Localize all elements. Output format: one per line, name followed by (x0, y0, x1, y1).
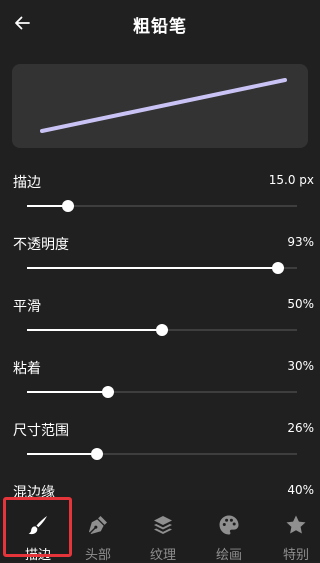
tab-label: 特别 (282, 548, 309, 563)
slider-fill (27, 453, 98, 455)
stroke-slider[interactable] (27, 198, 297, 214)
tab-texture[interactable]: 纹理 (131, 500, 195, 563)
size-range-slider[interactable] (27, 446, 297, 462)
setting-label: 平滑 (13, 299, 41, 315)
slider-fill (27, 329, 162, 331)
setting-label: 混边缘 (13, 485, 55, 501)
setting-smoothing: 平滑 50% (0, 284, 320, 346)
stickiness-slider[interactable] (27, 384, 297, 400)
setting-value: 26% (287, 421, 314, 435)
tab-label: 头部 (84, 548, 111, 563)
tab-special[interactable]: 特别 (264, 500, 320, 563)
setting-stroke: 描边 15.0 px (0, 160, 320, 222)
brush-preview (12, 64, 308, 148)
opacity-slider[interactable] (27, 260, 297, 276)
setting-value: 50% (287, 297, 314, 311)
tab-label: 纹理 (149, 548, 176, 563)
bottom-tab-bar: 描边 头部 纹理 绘画 特别 (0, 500, 320, 563)
palette-icon (219, 515, 239, 535)
setting-value: 15.0 px (268, 173, 314, 187)
slider-thumb[interactable] (61, 200, 74, 212)
brush-icon (28, 516, 47, 535)
pen-nib-icon (89, 516, 107, 534)
setting-label: 描边 (13, 175, 41, 191)
tab-label: 描边 (24, 548, 51, 563)
slider-thumb[interactable] (91, 448, 104, 460)
tab-paint[interactable]: 绘画 (197, 500, 261, 563)
slider-thumb[interactable] (272, 262, 285, 274)
star-icon (286, 515, 306, 534)
setting-label: 不透明度 (13, 237, 69, 253)
slider-thumb[interactable] (102, 386, 114, 398)
layers-icon (154, 516, 172, 534)
setting-value: 30% (287, 359, 314, 373)
page-title: 粗铅笔 (133, 17, 187, 37)
slider-thumb[interactable] (156, 324, 168, 336)
header-bar: 粗铅笔 (0, 0, 320, 46)
setting-size-range: 尺寸范围 26% (0, 408, 320, 470)
setting-value: 93% (287, 235, 314, 249)
smoothing-slider[interactable] (27, 322, 297, 338)
setting-opacity: 不透明度 93% (0, 222, 320, 284)
tab-head[interactable]: 头部 (66, 500, 130, 563)
setting-label: 尺寸范围 (13, 423, 69, 439)
preview-stroke (40, 78, 287, 133)
tab-label: 绘画 (215, 548, 242, 563)
setting-value: 40% (287, 483, 314, 497)
slider-fill (27, 267, 279, 269)
setting-label: 粘着 (13, 361, 41, 377)
slider-fill (27, 391, 108, 393)
tab-stroke[interactable]: 描边 (6, 500, 70, 563)
setting-stickiness: 粘着 30% (0, 346, 320, 408)
